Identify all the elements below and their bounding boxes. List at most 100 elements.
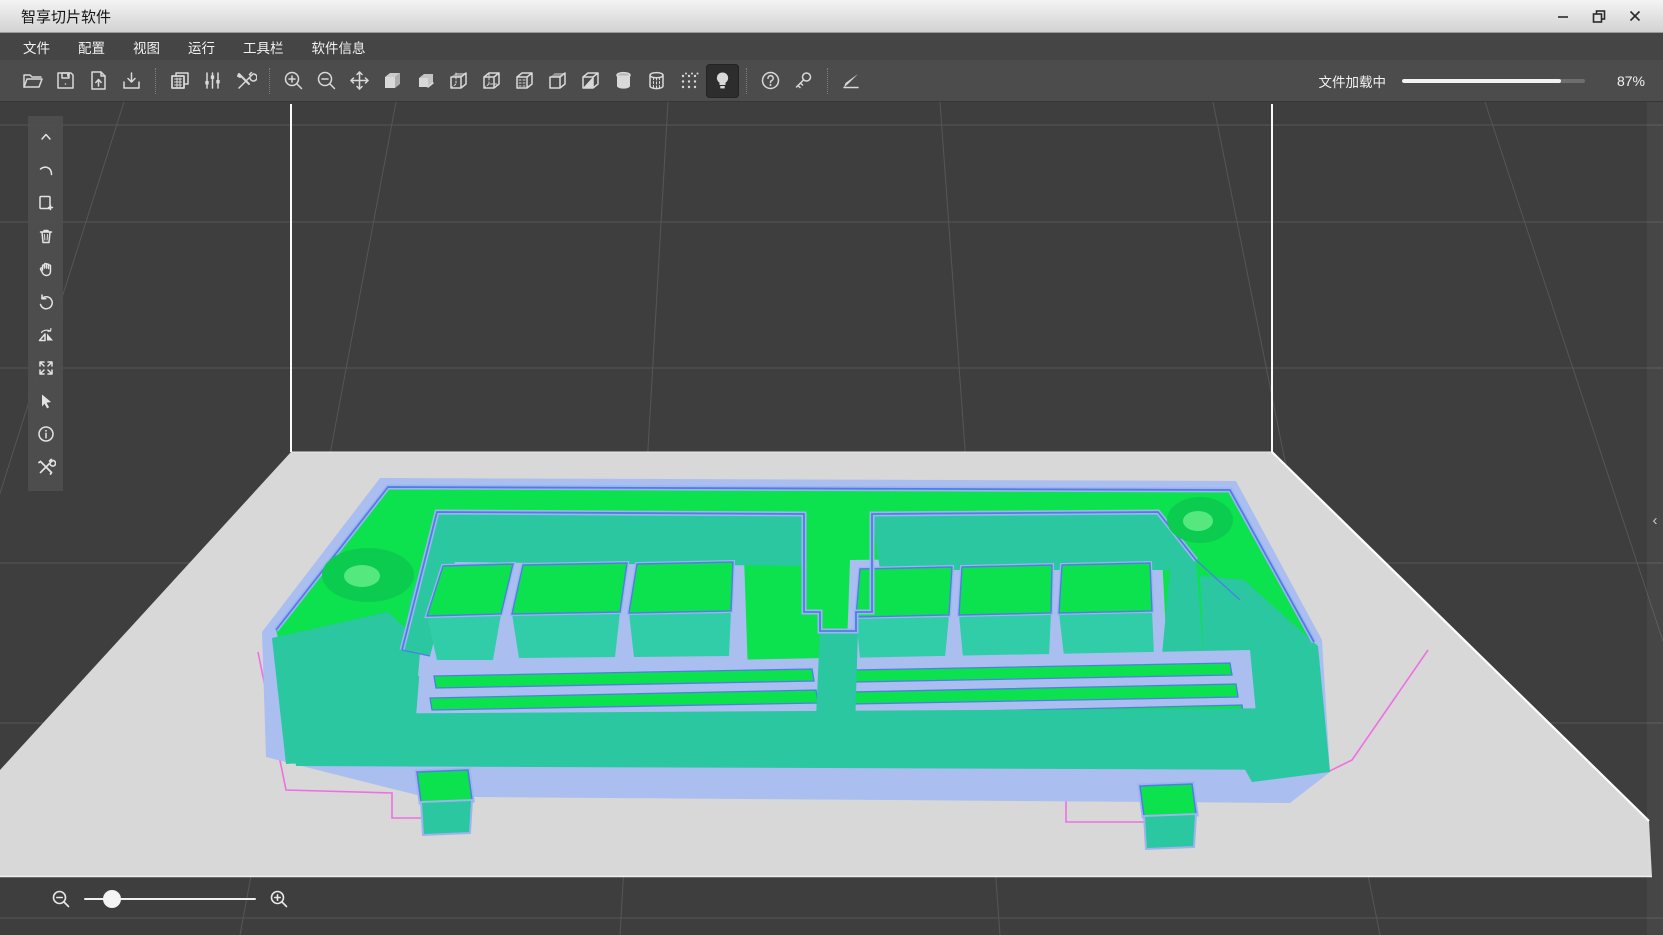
select-tool-button[interactable]: [29, 384, 62, 417]
fit-view-button[interactable]: [29, 351, 62, 384]
parameter-sliders-button[interactable]: [196, 64, 229, 98]
rotate-view-button[interactable]: [29, 285, 62, 318]
cursor-icon: [36, 391, 56, 411]
cube-half-icon: [579, 69, 602, 92]
menu-config[interactable]: 配置: [64, 33, 119, 60]
cylinder-wire-icon: [645, 69, 668, 92]
add-model-button[interactable]: [29, 186, 62, 219]
loading-progress-bar: [1402, 79, 1585, 83]
zoom-out-button[interactable]: [310, 64, 343, 98]
lightbulb-icon: [711, 69, 734, 92]
open-folder-icon: [21, 69, 44, 92]
license-key-button[interactable]: [787, 64, 820, 98]
close-button[interactable]: [1621, 4, 1649, 28]
restore-button[interactable]: [1585, 4, 1613, 28]
help-icon: [759, 69, 782, 92]
save-file-button[interactable]: [49, 64, 82, 98]
minimize-icon: [1556, 9, 1570, 23]
cube-grid-icon: [513, 69, 536, 92]
export-gcode-button[interactable]: [115, 64, 148, 98]
cube-surface-icon: [414, 69, 437, 92]
zoom-out-icon: [315, 69, 338, 92]
cube-surface-button[interactable]: [409, 64, 442, 98]
loading-percent: 87%: [1607, 73, 1645, 89]
add-document-icon: [36, 193, 56, 213]
standoff-cube-left: [417, 770, 472, 835]
lattice-points-button[interactable]: [673, 64, 706, 98]
scene-canvas: [0, 102, 1663, 935]
standoff-cube-right: [1140, 784, 1196, 849]
zoom-slider-handle[interactable]: [103, 890, 121, 908]
cube-grid-button[interactable]: [508, 64, 541, 98]
zoom-slider-track[interactable]: [84, 898, 256, 900]
pan-view-button[interactable]: [29, 252, 62, 285]
model-info-button[interactable]: [29, 417, 62, 450]
open-file-button[interactable]: [16, 64, 49, 98]
restore-icon: [1592, 9, 1606, 23]
sliced-model: [262, 478, 1330, 803]
chevron-left-icon: ‹: [1653, 513, 1658, 528]
menu-run[interactable]: 运行: [174, 33, 229, 60]
repair-model-button[interactable]: [29, 450, 62, 483]
toolbar-separator: [269, 68, 270, 94]
cube-dashed-button[interactable]: [475, 64, 508, 98]
loading-label: 文件加载中: [1319, 71, 1387, 91]
cube-open-icon: [546, 69, 569, 92]
undo-arrow-icon: [36, 160, 56, 180]
mirror-scale-button[interactable]: [29, 318, 62, 351]
zoom-in-icon[interactable]: [268, 888, 290, 910]
save-icon: [54, 69, 77, 92]
viewport-3d[interactable]: ‹: [0, 102, 1663, 935]
menu-about[interactable]: 软件信息: [298, 33, 380, 60]
progress-fill: [1402, 79, 1561, 83]
hand-icon: [36, 259, 56, 279]
help-button[interactable]: [754, 64, 787, 98]
cube-open-button[interactable]: [541, 64, 574, 98]
menu-toolbar[interactable]: 工具栏: [229, 33, 298, 60]
window-controls: [1549, 4, 1663, 28]
move-arrows-icon: [348, 69, 371, 92]
cube-half-button[interactable]: [574, 64, 607, 98]
light-toggle-button[interactable]: [706, 64, 739, 98]
key-icon: [792, 69, 815, 92]
move-model-button[interactable]: [343, 64, 376, 98]
cylinder-solid-button[interactable]: [607, 64, 640, 98]
display-mode-group: [376, 64, 739, 98]
cube-wire-button[interactable]: [442, 64, 475, 98]
cylinder-wire-button[interactable]: [640, 64, 673, 98]
lattice-points-icon: [678, 69, 701, 92]
cylinder-icon: [612, 69, 635, 92]
wrench-screwdriver-icon: [234, 69, 257, 92]
view-group: [277, 64, 376, 98]
collapse-up-button[interactable]: [29, 120, 62, 153]
menu-bar: 文件 配置 视图 运行 工具栏 软件信息: [0, 33, 1663, 60]
repair-tools-icon: [36, 457, 56, 477]
cube-solid-button[interactable]: [376, 64, 409, 98]
main-toolbar: 文件加载中 87%: [0, 60, 1663, 102]
machine-manager-button[interactable]: [163, 64, 196, 98]
import-file-icon: [87, 69, 110, 92]
machine-manager-icon: [168, 69, 191, 92]
menu-view[interactable]: 视图: [119, 33, 174, 60]
menu-file[interactable]: 文件: [0, 33, 64, 60]
cube-wire-icon: [447, 69, 470, 92]
delete-model-button[interactable]: [29, 219, 62, 252]
minimize-button[interactable]: [1549, 4, 1577, 28]
screw-boss-left: [322, 548, 414, 602]
sliders-icon: [201, 69, 224, 92]
right-panel-toggle[interactable]: ‹: [1647, 102, 1663, 935]
window-title: 智享切片软件: [21, 6, 111, 27]
undo-button[interactable]: [29, 153, 62, 186]
import-model-button[interactable]: [82, 64, 115, 98]
file-group: [16, 64, 148, 98]
loading-status: 文件加载中 87%: [1319, 71, 1663, 91]
toolbar-separator: [155, 68, 156, 94]
help-group: [754, 64, 820, 98]
cut-tool-button[interactable]: [835, 64, 868, 98]
toolbar-separator: [746, 68, 747, 94]
zoom-out-icon[interactable]: [50, 888, 72, 910]
repair-tools-button[interactable]: [229, 64, 262, 98]
zoom-in-button[interactable]: [277, 64, 310, 98]
toolbar-separator: [827, 68, 828, 94]
mirror-scale-icon: [36, 325, 56, 345]
